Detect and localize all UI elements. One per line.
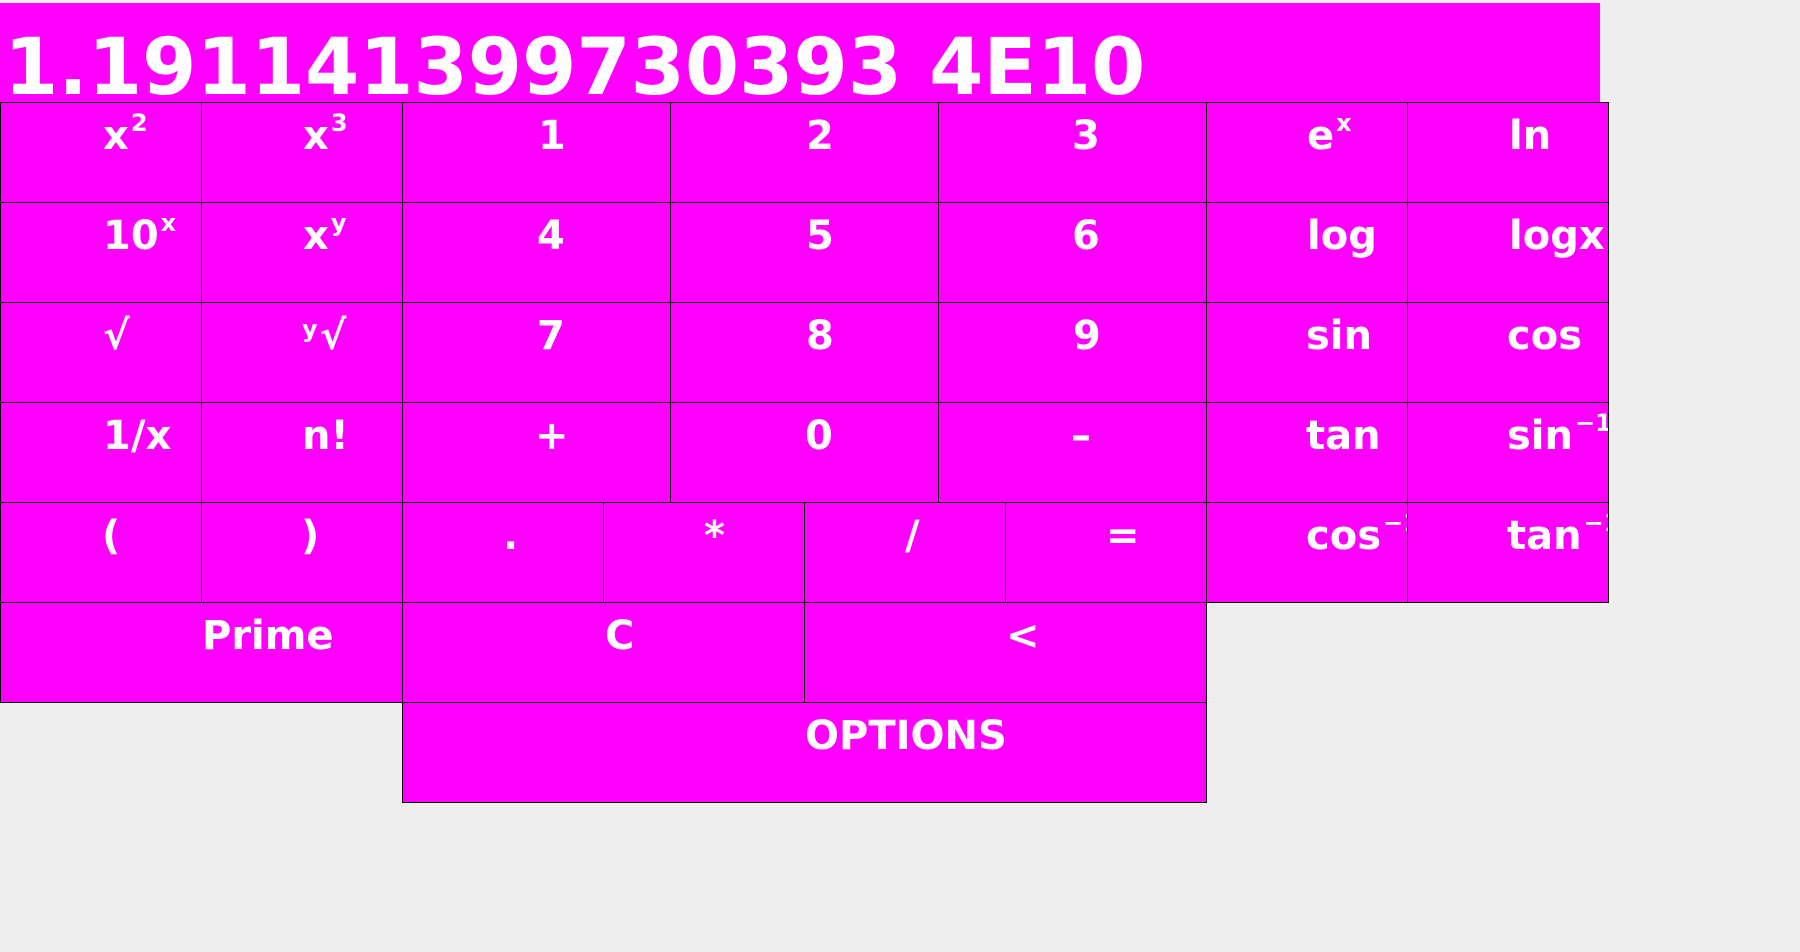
- log-button[interactable]: log: [1206, 202, 1408, 303]
- arcsin-button[interactable]: sin−1: [1407, 402, 1609, 503]
- digit-3-button[interactable]: 3: [938, 102, 1207, 203]
- digit-0-button[interactable]: 0: [670, 402, 939, 503]
- digit-9-label: 9: [1073, 313, 1101, 359]
- x-power-y-base: x: [303, 213, 329, 259]
- close-paren-button[interactable]: ): [201, 502, 403, 603]
- display-value: 1.191141399730393 4E10: [4, 23, 1146, 102]
- logx-button[interactable]: logx: [1407, 202, 1609, 303]
- ten-power-x-base: 10: [103, 213, 159, 259]
- arctan-button[interactable]: tan−1: [1407, 502, 1609, 603]
- x-cubed-base: x: [303, 113, 329, 159]
- arccos-exponent: −1: [1383, 508, 1407, 537]
- arccos-button[interactable]: cos−1: [1206, 502, 1408, 603]
- decimal-label: .: [503, 513, 519, 559]
- y-root-index: y: [302, 315, 318, 343]
- digit-7-label: 7: [537, 313, 565, 359]
- equals-label: =: [1106, 513, 1140, 559]
- digit-5-button[interactable]: 5: [670, 202, 939, 303]
- equals-button[interactable]: =: [1005, 502, 1207, 603]
- arcsin-exponent: −1: [1575, 408, 1609, 437]
- digit-8-button[interactable]: 8: [670, 302, 939, 403]
- open-paren-button[interactable]: (: [0, 502, 202, 603]
- calculator-window: 1.191141399730393 4E10 x2 x3 1 2 3 ex ln…: [0, 0, 1800, 952]
- ln-button[interactable]: ln: [1407, 102, 1609, 203]
- ln-label: ln: [1509, 113, 1552, 159]
- plus-button[interactable]: +: [402, 402, 671, 503]
- digit-9-button[interactable]: 9: [938, 302, 1207, 403]
- sqrt-button[interactable]: √: [0, 302, 202, 403]
- log-label: log: [1307, 213, 1377, 259]
- plus-label: +: [535, 413, 569, 459]
- e-power-x-button[interactable]: ex: [1206, 102, 1408, 203]
- divide-button[interactable]: /: [804, 502, 1006, 603]
- arctan-base: tan: [1507, 513, 1582, 559]
- digit-7-button[interactable]: 7: [402, 302, 671, 403]
- x-squared-button[interactable]: x2: [0, 102, 202, 203]
- ten-power-x-exponent: x: [160, 208, 177, 237]
- close-paren-label: ): [301, 513, 320, 559]
- digit-4-label: 4: [537, 213, 565, 259]
- digit-4-button[interactable]: 4: [402, 202, 671, 303]
- sin-button[interactable]: sin: [1206, 302, 1408, 403]
- cos-label: cos: [1507, 313, 1582, 359]
- cos-button[interactable]: cos: [1407, 302, 1609, 403]
- digit-1-label: 1: [538, 113, 566, 159]
- x-cubed-button[interactable]: x3: [201, 102, 403, 203]
- backspace-button[interactable]: <: [804, 602, 1207, 703]
- digit-6-button[interactable]: 6: [938, 202, 1207, 303]
- x-squared-exponent: 2: [130, 108, 148, 137]
- digit-1-button[interactable]: 1: [402, 102, 671, 203]
- factorial-button[interactable]: n!: [201, 402, 403, 503]
- minus-label: –: [1071, 413, 1091, 459]
- digit-0-label: 0: [805, 413, 833, 459]
- digit-5-label: 5: [806, 213, 834, 259]
- backspace-label: <: [1006, 613, 1040, 659]
- sin-label: sin: [1306, 313, 1372, 359]
- y-root-button[interactable]: y√: [201, 302, 403, 403]
- multiply-button[interactable]: *: [603, 502, 805, 603]
- x-cubed-exponent: 3: [330, 108, 348, 137]
- decimal-button[interactable]: .: [402, 502, 604, 603]
- x-power-y-button[interactable]: xy: [201, 202, 403, 303]
- digit-2-label: 2: [806, 113, 834, 159]
- reciprocal-label: 1/x: [103, 413, 172, 459]
- arccos-base: cos: [1306, 513, 1381, 559]
- tan-label: tan: [1306, 413, 1381, 459]
- prime-button[interactable]: Prime: [0, 602, 403, 703]
- prime-label: Prime: [202, 613, 334, 659]
- tan-button[interactable]: tan: [1206, 402, 1408, 503]
- display-panel: 1.191141399730393 4E10: [0, 2, 1600, 102]
- arctan-exponent: −1: [1583, 508, 1608, 537]
- options-button[interactable]: OPTIONS: [402, 702, 1207, 803]
- x-squared-base: x: [103, 113, 129, 159]
- ten-power-x-button[interactable]: 10x: [0, 202, 202, 303]
- e-power-x-base: e: [1307, 113, 1335, 159]
- digit-8-label: 8: [806, 313, 834, 359]
- open-paren-label: (: [102, 513, 121, 559]
- y-root-symbol: √: [319, 313, 347, 359]
- multiply-label: *: [704, 513, 725, 559]
- options-label: OPTIONS: [805, 713, 1007, 759]
- clear-label: C: [605, 613, 635, 659]
- e-power-x-exponent: x: [1336, 108, 1352, 137]
- x-power-y-exponent: y: [330, 208, 347, 237]
- divide-label: /: [905, 513, 920, 559]
- clear-button[interactable]: C: [402, 602, 805, 703]
- factorial-label: n!: [302, 413, 349, 459]
- sqrt-symbol: √: [103, 313, 130, 359]
- minus-button[interactable]: –: [938, 402, 1207, 503]
- digit-6-label: 6: [1072, 213, 1100, 259]
- reciprocal-button[interactable]: 1/x: [0, 402, 202, 503]
- arcsin-base: sin: [1507, 413, 1573, 459]
- digit-3-label: 3: [1072, 113, 1100, 159]
- logx-label: logx: [1509, 213, 1605, 259]
- digit-2-button[interactable]: 2: [670, 102, 939, 203]
